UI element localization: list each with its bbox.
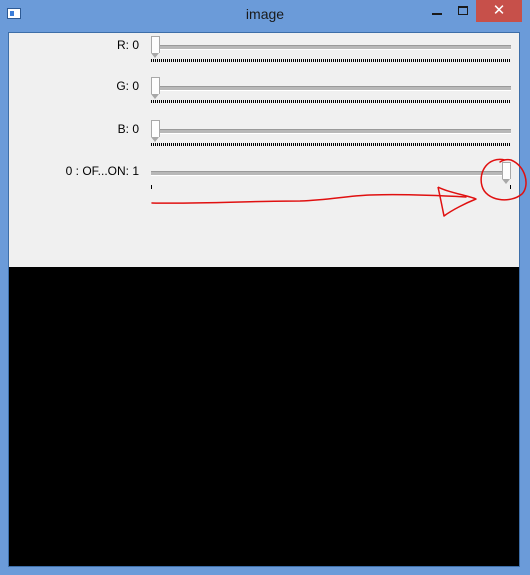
maximize-button[interactable] (450, 0, 476, 22)
trackbar-r-ticks (151, 59, 511, 62)
trackbar-r-thumb[interactable] (151, 36, 160, 58)
trackbar-switch-label: 0 : OF...ON: 1 (65, 164, 139, 178)
trackbar-g-label: G: 0 (116, 79, 139, 93)
trackbar-r: R: 0 (9, 33, 519, 67)
trackbar-b-thumb[interactable] (151, 120, 160, 142)
trackbar-panel: R: 0 G: 0 B: 0 0 : OF...ON: 1 (9, 33, 519, 267)
tick-mark (510, 185, 511, 189)
app-window: image ✕ R: 0 G: 0 B: 0 0: OF...ON: 1 (0, 0, 530, 575)
close-button[interactable]: ✕ (476, 0, 522, 22)
minimize-button[interactable] (424, 0, 450, 22)
trackbar-g-track[interactable] (151, 86, 511, 91)
minimize-icon (432, 13, 442, 15)
trackbar-g-thumb[interactable] (151, 77, 160, 99)
trackbar-switch-ticks (151, 185, 511, 189)
trackbar-b: B: 0 (9, 117, 519, 151)
trackbar-g: G: 0 (9, 74, 519, 108)
trackbar-switch: 0 : OF...ON: 1 (9, 159, 519, 193)
trackbar-r-track[interactable] (151, 45, 511, 50)
trackbar-switch-track[interactable] (151, 171, 511, 176)
trackbar-b-track[interactable] (151, 129, 511, 134)
window-client-area: R: 0 G: 0 B: 0 0 : OF...ON: 1 (8, 32, 520, 567)
close-icon: ✕ (492, 2, 506, 19)
maximize-icon (458, 6, 468, 15)
title-bar[interactable]: image ✕ (0, 0, 530, 32)
trackbar-switch-thumb[interactable] (502, 162, 511, 184)
trackbar-r-label: R: 0 (116, 38, 139, 52)
trackbar-g-ticks (151, 100, 511, 103)
trackbar-b-label: B: 0 (117, 122, 139, 136)
trackbar-b-ticks (151, 143, 511, 146)
tick-mark (151, 185, 152, 189)
